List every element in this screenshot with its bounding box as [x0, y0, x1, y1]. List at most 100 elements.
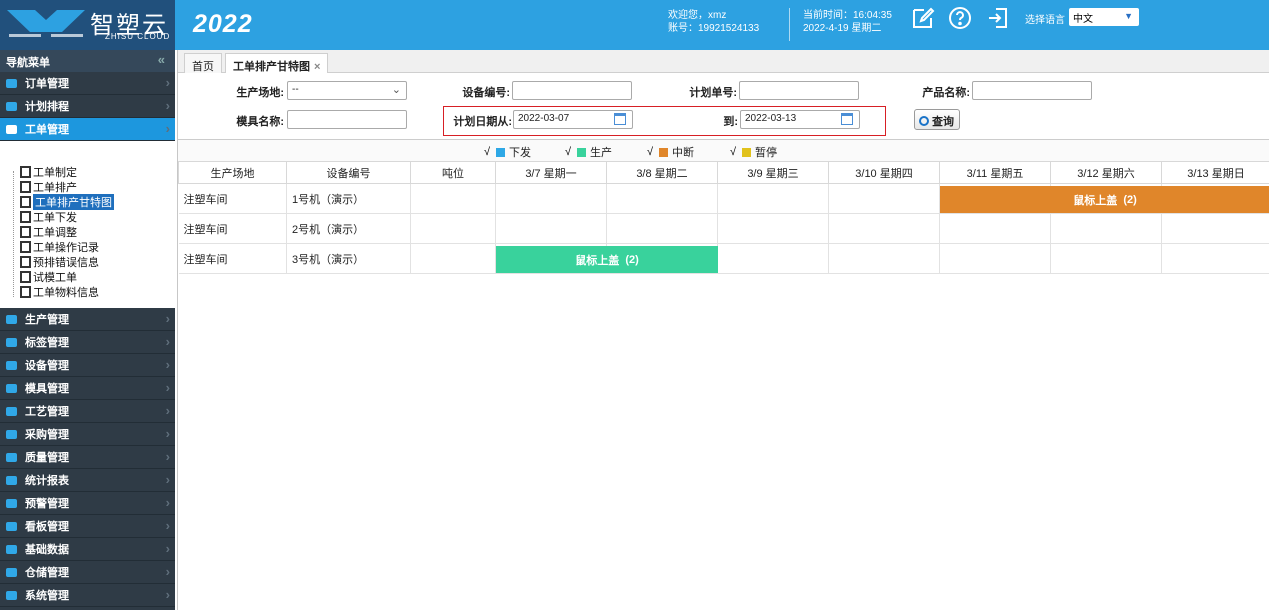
status-legend: √ 下发 √ 生产 √ 中断 √ 暂停	[178, 139, 1269, 161]
language-label: 选择语言	[1025, 15, 1065, 26]
device-input[interactable]	[512, 81, 632, 100]
menu-label: 工艺管理	[25, 406, 69, 418]
edit-icon[interactable]	[911, 6, 935, 30]
menu-quality[interactable]: 质量管理 ›	[0, 446, 175, 469]
collapse-icon[interactable]: «	[158, 52, 165, 67]
legend-label: 暂停	[755, 147, 778, 159]
day-cell	[495, 213, 607, 244]
menu-workorder[interactable]: 工单管理 ›	[0, 118, 175, 141]
chevron-right-icon: ›	[165, 98, 170, 113]
swatch	[659, 147, 669, 157]
chevron-right-icon: ›	[165, 587, 170, 602]
legend-item-producing[interactable]: √ 生产	[565, 144, 612, 160]
sidebar-title: 导航菜单	[6, 57, 50, 69]
logout-icon[interactable]	[986, 6, 1010, 30]
menu-label-mgmt[interactable]: 标签管理 ›	[0, 331, 175, 354]
tab-gantt[interactable]: 工单排产甘特图 ×	[225, 53, 329, 74]
document-icon	[20, 240, 31, 253]
menu-device[interactable]: 设备管理 ›	[0, 354, 175, 377]
day-cell	[606, 213, 718, 244]
submenu-item[interactable]: 试模工单	[10, 269, 175, 284]
menu-system[interactable]: 系统管理 ›	[0, 584, 175, 607]
menu-basedata[interactable]: 基础数据 ›	[0, 538, 175, 561]
bar-label: 鼠标上盖	[575, 254, 620, 267]
menu-report[interactable]: 统计报表 ›	[0, 469, 175, 492]
menu-label: 预警管理	[25, 498, 69, 510]
shield-icon	[6, 452, 17, 462]
chevron-right-icon: ›	[165, 403, 170, 418]
plan-no-label: 计划单号:	[689, 87, 737, 99]
tab-label: 工单排产甘特图	[233, 61, 310, 73]
menu-purchase[interactable]: 采购管理 ›	[0, 423, 175, 446]
submenu-item[interactable]: 工单物料信息	[10, 284, 175, 299]
menu-mold[interactable]: 模具管理 ›	[0, 377, 175, 400]
site-value: --	[292, 84, 299, 95]
table-row: 注塑车间 3号机（演示）	[178, 243, 1269, 274]
legend-item-paused[interactable]: √ 暂停	[730, 144, 777, 160]
submenu-item[interactable]: 工单下发	[10, 209, 175, 224]
product-input[interactable]	[972, 81, 1092, 100]
menu-label: 计划排程	[25, 101, 69, 113]
help-icon[interactable]	[948, 6, 972, 30]
swatch	[496, 147, 506, 157]
day-header: 3/7 星期一	[495, 161, 607, 184]
day-header: 3/12 星期六	[1050, 161, 1162, 184]
language-select[interactable]: 中文 ▼	[1069, 8, 1139, 26]
submenu-item[interactable]: 预排错误信息	[10, 254, 175, 269]
document-icon	[20, 165, 31, 178]
header-divider	[789, 8, 790, 41]
gantt-bar-producing[interactable]: 鼠标上盖 (2)	[496, 246, 718, 273]
gantt-bar-interrupted[interactable]: 鼠标上盖 (2)	[940, 186, 1269, 213]
legend-item-interrupted[interactable]: √ 中断	[647, 144, 694, 160]
document-icon	[20, 270, 31, 283]
menu-board[interactable]: 看板管理 ›	[0, 515, 175, 538]
submenu-label: 工单操作记录	[33, 241, 99, 254]
submenu-item[interactable]: 工单调整	[10, 224, 175, 239]
submenu-item[interactable]: 工单排产	[10, 179, 175, 194]
menu-warehouse[interactable]: 仓储管理 ›	[0, 561, 175, 584]
mold-input[interactable]	[287, 110, 407, 129]
device-cell: 2号机（演示）	[286, 213, 411, 244]
gantt-header-row: 生产场地 设备编号 吨位 3/7 星期一 3/8 星期二 3/9 星期三 3/1…	[178, 161, 1269, 184]
day-cell	[828, 183, 940, 214]
menu-order[interactable]: 订单管理 ›	[0, 72, 175, 95]
chevron-down-icon: ›	[165, 121, 170, 136]
day-header: 3/13 星期日	[1161, 161, 1269, 184]
menu-process[interactable]: 工艺管理 ›	[0, 400, 175, 423]
legend-item-issued[interactable]: √ 下发	[484, 144, 531, 160]
submenu-item[interactable]: 工单操作记录	[10, 239, 175, 254]
plan-no-input[interactable]	[739, 81, 859, 100]
submenu-label: 工单排产甘特图	[33, 193, 114, 210]
menu-label: 标签管理	[25, 337, 69, 349]
swatch	[742, 147, 752, 157]
menu-label: 采购管理	[25, 429, 69, 441]
monitor-icon	[6, 521, 17, 531]
close-icon[interactable]: ×	[314, 61, 320, 73]
date-range-highlight	[443, 106, 886, 136]
menu-production[interactable]: 生产管理 ›	[0, 308, 175, 331]
tab-home[interactable]: 首页	[184, 53, 222, 73]
site-select[interactable]: -- ⌄	[287, 81, 407, 100]
submenu-item-gantt[interactable]: 工单排产甘特图	[10, 193, 175, 210]
alert-icon	[6, 498, 17, 508]
submenu-item[interactable]: 工单制定	[10, 164, 175, 179]
document-icon	[20, 180, 31, 193]
menu-schedule[interactable]: 计划排程 ›	[0, 95, 175, 118]
query-button[interactable]: 查询	[914, 109, 960, 130]
day-cell	[1050, 213, 1162, 244]
menu-label: 统计报表	[25, 475, 69, 487]
menu-label: 订单管理	[25, 78, 69, 90]
menu-alert[interactable]: 预警管理 ›	[0, 492, 175, 515]
device-label: 设备编号:	[462, 87, 510, 99]
day-cell	[717, 183, 829, 214]
document-icon	[6, 124, 17, 134]
check-icon: √	[484, 146, 491, 158]
bar-count: (2)	[1123, 193, 1137, 206]
submenu-label: 预排错误信息	[33, 256, 99, 269]
search-icon	[919, 116, 929, 126]
chevron-down-icon: ▼	[1124, 11, 1133, 21]
logo: 智塑云 ZHISU CLOUD	[0, 0, 175, 50]
page-title: 2022	[193, 10, 253, 38]
day-cell	[828, 243, 940, 274]
chevron-right-icon: ›	[165, 541, 170, 556]
